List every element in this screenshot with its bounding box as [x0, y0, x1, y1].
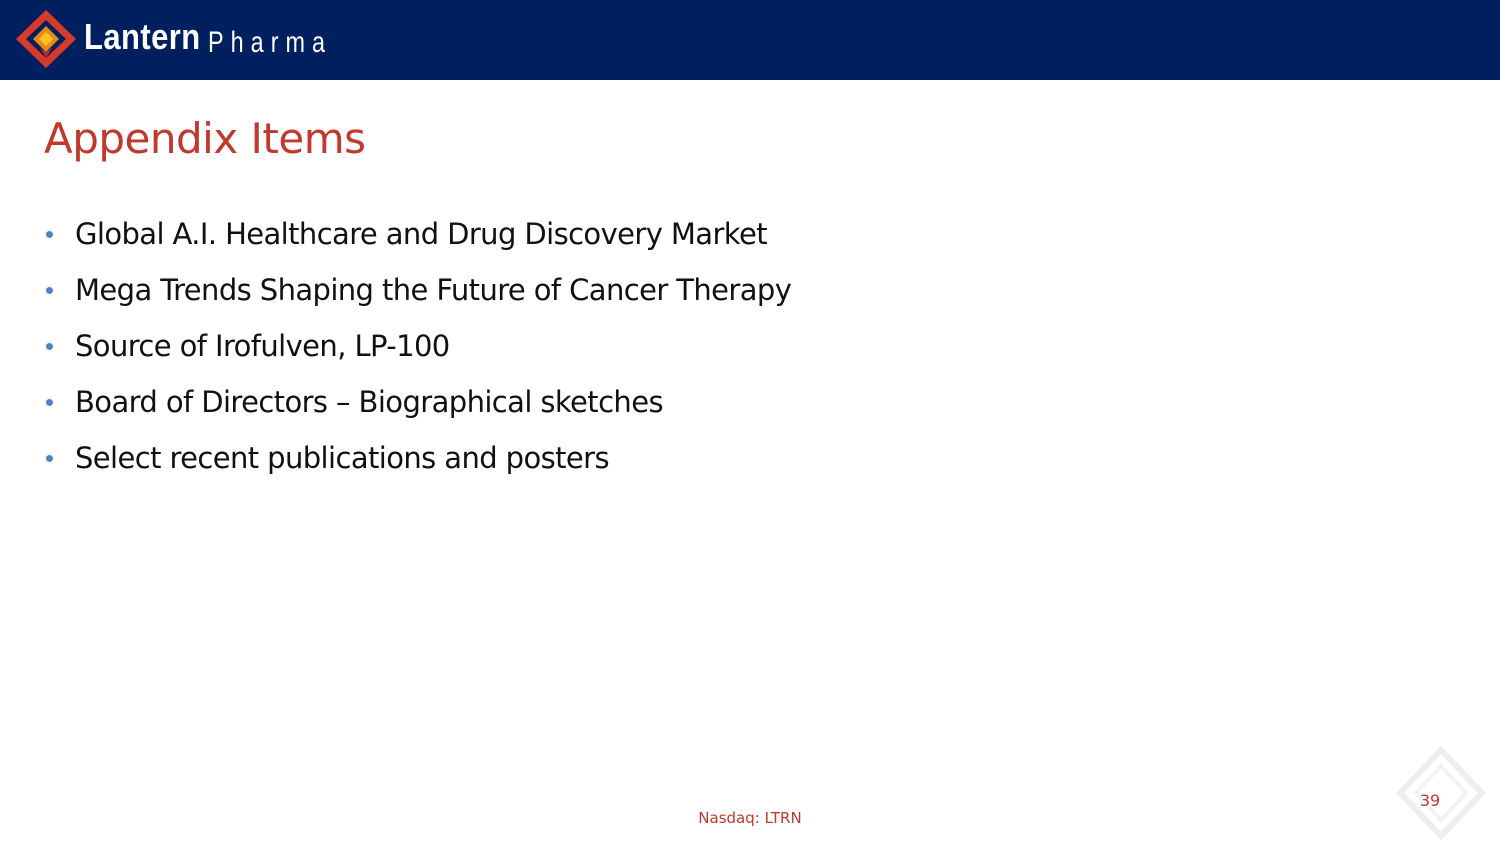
bullet-text: Mega Trends Shaping the Future of Cancer… — [75, 273, 792, 307]
bullet-dot-icon — [46, 454, 53, 462]
brand-subtitle: Pharma — [208, 26, 333, 59]
bullet-text: Global A.I. Healthcare and Drug Discover… — [75, 217, 768, 251]
bullet-text: Source of Irofulven, LP-100 — [75, 329, 450, 363]
slide-title: Appendix Items — [44, 114, 366, 163]
bullet-item: Global A.I. Healthcare and Drug Discover… — [44, 206, 791, 262]
lantern-logo-icon — [16, 10, 76, 68]
bullet-item: Source of Irofulven, LP-100 — [44, 318, 791, 374]
bullet-item: Board of Directors – Biographical sketch… — [44, 374, 791, 430]
bullet-dot-icon — [46, 286, 53, 294]
bullet-dot-icon — [46, 398, 53, 406]
footer-ticker: Nasdaq: LTRN — [698, 809, 802, 827]
bullet-item: Select recent publications and posters — [44, 430, 791, 486]
bullet-text: Board of Directors – Biographical sketch… — [75, 385, 664, 419]
bullet-list: Global A.I. Healthcare and Drug Discover… — [44, 206, 792, 486]
bullet-item: Mega Trends Shaping the Future of Cancer… — [44, 262, 792, 318]
bullet-dot-icon — [46, 342, 53, 350]
header-bar: Lantern Pharma — [0, 0, 1500, 80]
bullet-text: Select recent publications and posters — [75, 441, 610, 475]
page-number: 39 — [1419, 791, 1441, 810]
brand-name: Lantern — [84, 16, 201, 57]
bullet-dot-icon — [46, 230, 53, 238]
